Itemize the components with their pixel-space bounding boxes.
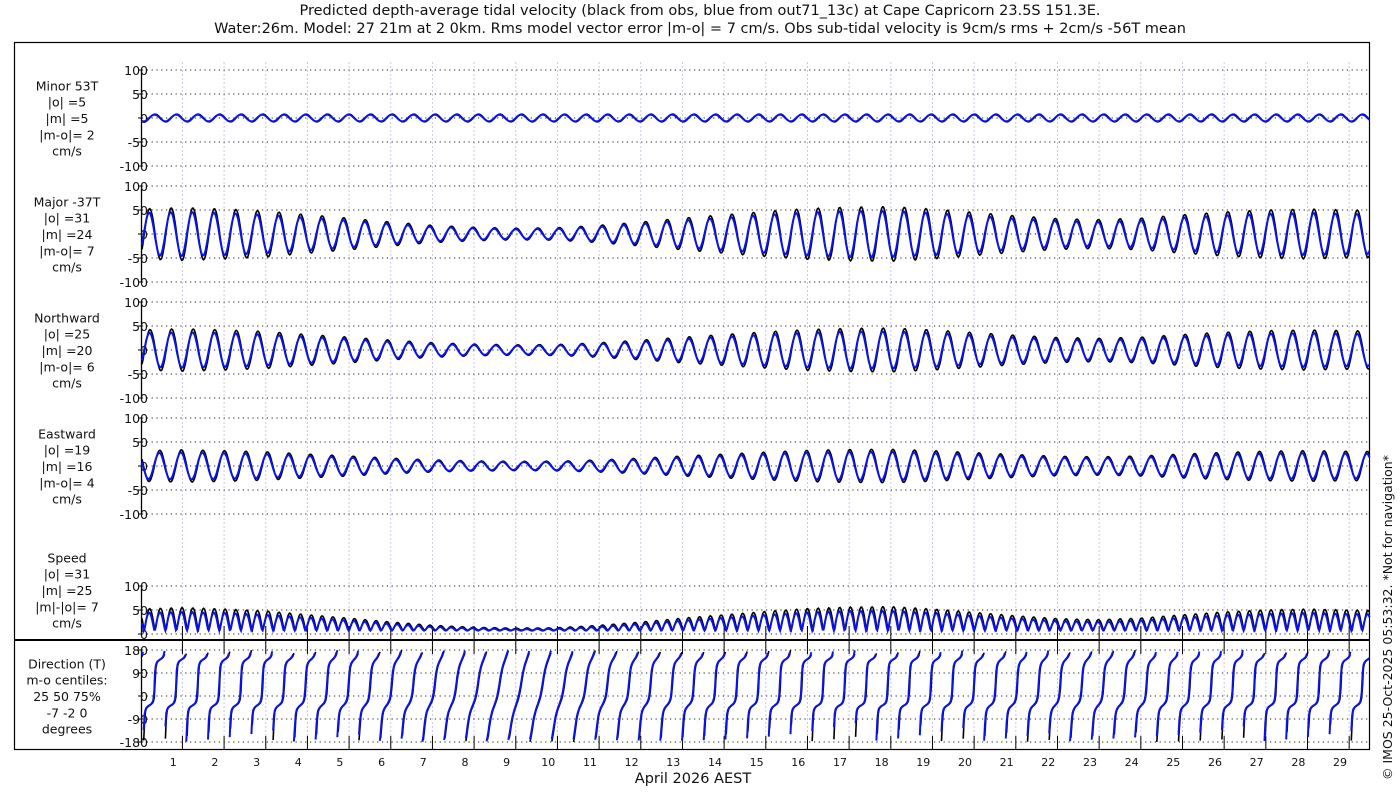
- x-tick-label: 22: [1041, 756, 1055, 769]
- y-tick-label: -100: [120, 507, 148, 522]
- tidal-velocity-chart: Predicted depth-average tidal velocity (…: [13, 3, 1395, 787]
- panel-east: Eastward|o| =19|m| =16|m-o|= 4cm/s100500…: [38, 411, 1371, 522]
- x-axis-label: April 2026 AEST: [635, 771, 752, 787]
- series-model-direction: [141, 649, 1371, 742]
- panel-label: Major -37T: [34, 194, 101, 209]
- y-tick-label: 100: [124, 63, 148, 78]
- panel-label: |m-o|= 7: [39, 243, 94, 258]
- series-model-minor: [141, 113, 1371, 123]
- x-tick-label: 6: [378, 756, 385, 769]
- x-tick-label: 16: [791, 756, 805, 769]
- panel-label: |m-o|= 4: [39, 475, 94, 490]
- y-tick-label: 100: [124, 411, 148, 426]
- y-tick-label: 100: [124, 179, 148, 194]
- panel-label: degrees: [42, 722, 92, 737]
- y-tick-label: 100: [124, 295, 148, 310]
- x-tick-label: 10: [541, 756, 555, 769]
- series-model-north: [141, 330, 1371, 370]
- panel-speed: Speed|o| =31|m| =25|m|-|o|= 7cm/s100500: [35, 550, 1371, 642]
- x-tick-label: 29: [1333, 756, 1347, 769]
- y-tick-label: 0: [140, 111, 148, 126]
- x-tick-label: 20: [958, 756, 972, 769]
- y-tick-label: 180: [124, 643, 148, 658]
- y-tick-label: 90: [132, 666, 148, 681]
- x-tick-label: 8: [461, 756, 468, 769]
- panel-label: cm/s: [52, 376, 82, 391]
- panel-label: cm/s: [52, 492, 82, 507]
- x-tick-label: 15: [750, 756, 764, 769]
- series-model-speed: [141, 609, 1371, 635]
- series-obs-north: [141, 327, 1371, 373]
- panel-label: cm/s: [52, 616, 82, 631]
- x-tick-label: 3: [253, 756, 260, 769]
- y-tick-label: -100: [120, 159, 148, 174]
- figure-frame: [13, 41, 1371, 751]
- chart-title-line1: Predicted depth-average tidal velocity (…: [299, 3, 1100, 19]
- y-tick-label: -50: [128, 483, 148, 498]
- panel-label: |o| =25: [44, 327, 90, 342]
- panel-label: |m| =5: [46, 111, 89, 126]
- y-tick-label: -100: [120, 391, 148, 406]
- panel-label: |o| =31: [44, 211, 90, 226]
- x-tick-label: 18: [875, 756, 889, 769]
- panel-label: -7 -2 0: [47, 705, 88, 720]
- x-tick-label: 23: [1083, 756, 1097, 769]
- x-tick-label: 24: [1125, 756, 1139, 769]
- y-tick-label: 50: [132, 203, 148, 218]
- x-tick-label: 7: [420, 756, 427, 769]
- panel-label: Minor 53T: [36, 78, 99, 93]
- x-tick-label: 4: [295, 756, 302, 769]
- y-tick-label: 50: [132, 435, 148, 450]
- x-tick-label: 17: [833, 756, 847, 769]
- panel-label: Speed: [47, 550, 86, 565]
- x-tick-label: 21: [1000, 756, 1014, 769]
- panel-label: cm/s: [52, 260, 82, 275]
- panel-minor: Minor 53T |o| =5|m| =5|m-o|= 2 cm/s 100 50 0 -…: [36, 63, 1371, 174]
- panel-label: |m|-|o|= 7: [35, 599, 99, 614]
- x-tick-label: 5: [336, 756, 343, 769]
- y-tick-label: -50: [128, 367, 148, 382]
- x-tick-label: 12: [625, 756, 639, 769]
- chart-title-line2: Water:26m. Model: 27 21m at 2 0km. Rms m…: [214, 21, 1186, 37]
- panel-label: Direction (T): [28, 656, 106, 671]
- y-tick-label: 50: [132, 603, 148, 618]
- x-tick-label: 19: [916, 756, 930, 769]
- panel-label: cm/s: [52, 144, 82, 159]
- x-tick-label: 13: [666, 756, 680, 769]
- panel-label: |m| =20: [42, 343, 93, 358]
- panel-major: Major -37T |o| =31|m| =24|m-o|= 7 cm/s 100 5…: [34, 179, 1371, 290]
- x-tick-label: 9: [503, 756, 510, 769]
- y-tick-label: -50: [128, 135, 148, 150]
- series-model-major: [141, 209, 1371, 259]
- credit-text: © IMOS 25-Oct-2025 05:53:32. *Not for na…: [1380, 455, 1395, 780]
- x-tick-label: 14: [708, 756, 722, 769]
- panel-label: m-o centiles:: [26, 673, 107, 688]
- x-tick-label: 27: [1250, 756, 1264, 769]
- panel-label: |o| =5: [48, 95, 86, 110]
- x-tick-label: 28: [1291, 756, 1305, 769]
- x-tick-label: 2: [211, 756, 218, 769]
- x-tick-label: 25: [1166, 756, 1180, 769]
- y-tick-label: 50: [132, 87, 148, 102]
- x-tick-label: 1: [170, 756, 177, 769]
- panel-label: |m-o|= 6: [39, 359, 94, 374]
- y-tick-label: 0: [140, 689, 148, 704]
- panel-label: |m| =24: [42, 227, 93, 242]
- panel-label: |o| =19: [44, 443, 90, 458]
- panel-label: Eastward: [38, 426, 96, 441]
- y-tick-label: -50: [128, 251, 148, 266]
- panel-label: |m| =16: [42, 459, 93, 474]
- panel-direction: Direction (T) m-o centiles:25 50 75%-7 -2…: [26, 643, 1371, 750]
- x-tick-label: 11: [583, 756, 597, 769]
- panel-label: Northward: [34, 310, 100, 325]
- panel-label: |m-o|= 2: [39, 127, 94, 142]
- x-tick-label: 26: [1208, 756, 1222, 769]
- panel-label: 25 50 75%: [33, 689, 101, 704]
- y-tick-label: -100: [120, 275, 148, 290]
- y-tick-label: 50: [132, 319, 148, 334]
- y-tick-label: 100: [124, 579, 148, 594]
- panel-label: |o| =31: [44, 567, 90, 582]
- panel-label: |m| =25: [42, 583, 93, 598]
- panel-north: Northward |o| =25|m| =20|m-o|= 6 cm/s 100 50…: [34, 295, 1371, 406]
